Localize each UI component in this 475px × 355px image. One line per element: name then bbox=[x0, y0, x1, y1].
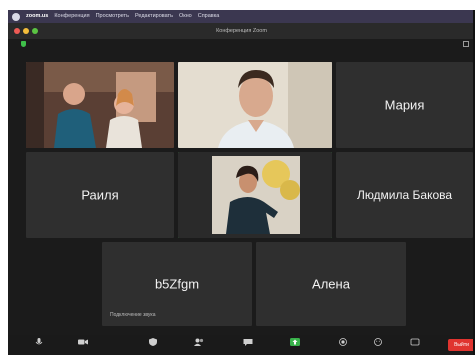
participant-name: Алена bbox=[312, 276, 350, 292]
participants-icon[interactable] bbox=[194, 338, 204, 346]
video-feed-man bbox=[178, 62, 332, 148]
video-tile-2[interactable] bbox=[178, 62, 332, 148]
meeting-toolbar: Выйти bbox=[8, 335, 475, 355]
video-feed-woman bbox=[178, 152, 332, 238]
chat-icon[interactable] bbox=[243, 338, 253, 346]
menu-view[interactable]: Просмотреть bbox=[96, 10, 129, 23]
menu-app-name[interactable]: zoom.us bbox=[26, 10, 48, 23]
video-tile-active-speaker[interactable] bbox=[178, 152, 332, 238]
menu-conference[interactable]: Конференция bbox=[54, 10, 89, 23]
participant-name: b5Zfgm bbox=[154, 276, 200, 292]
camera-icon[interactable] bbox=[78, 338, 88, 346]
zoom-window: zoom.us Конференция Просмотреть Редактир… bbox=[8, 10, 475, 355]
self-view-caption: Подключение звука bbox=[110, 312, 156, 318]
participant-name: Людмила Бакова bbox=[356, 188, 453, 202]
share-screen-icon[interactable] bbox=[290, 338, 300, 346]
menu-edit[interactable]: Редактировать bbox=[135, 10, 173, 23]
video-tile-1[interactable] bbox=[26, 62, 174, 148]
more-icon[interactable] bbox=[410, 338, 420, 346]
menu-help[interactable]: Справка bbox=[198, 10, 220, 23]
participant-name: Мария bbox=[384, 97, 425, 113]
participant-tile-3[interactable]: Мария bbox=[336, 62, 473, 148]
leave-meeting-button[interactable]: Выйти bbox=[448, 339, 475, 351]
apple-menu-icon[interactable] bbox=[12, 12, 20, 21]
window-titlebar: Конференция Zoom bbox=[8, 23, 475, 39]
screenshot-frame: zoom.us Конференция Просмотреть Редактир… bbox=[0, 0, 475, 355]
participant-tile-6[interactable]: Людмила Бакова bbox=[336, 152, 473, 238]
menu-window[interactable]: Окно bbox=[179, 10, 192, 23]
participant-name: Раиля bbox=[81, 187, 119, 203]
microphone-icon[interactable] bbox=[34, 338, 44, 346]
view-toggle-icon[interactable] bbox=[463, 41, 469, 47]
security-icon[interactable] bbox=[148, 338, 158, 346]
encryption-shield-icon[interactable] bbox=[21, 41, 26, 47]
participant-tile-8[interactable]: Алена bbox=[256, 242, 406, 326]
participant-tile-4[interactable]: Раиля bbox=[26, 152, 174, 238]
record-icon[interactable] bbox=[338, 338, 348, 346]
video-feed-couple bbox=[26, 62, 174, 148]
mac-menubar: zoom.us Конференция Просмотреть Редактир… bbox=[8, 10, 475, 23]
reactions-icon[interactable] bbox=[373, 338, 383, 346]
window-title: Конференция Zoom bbox=[216, 28, 267, 34]
